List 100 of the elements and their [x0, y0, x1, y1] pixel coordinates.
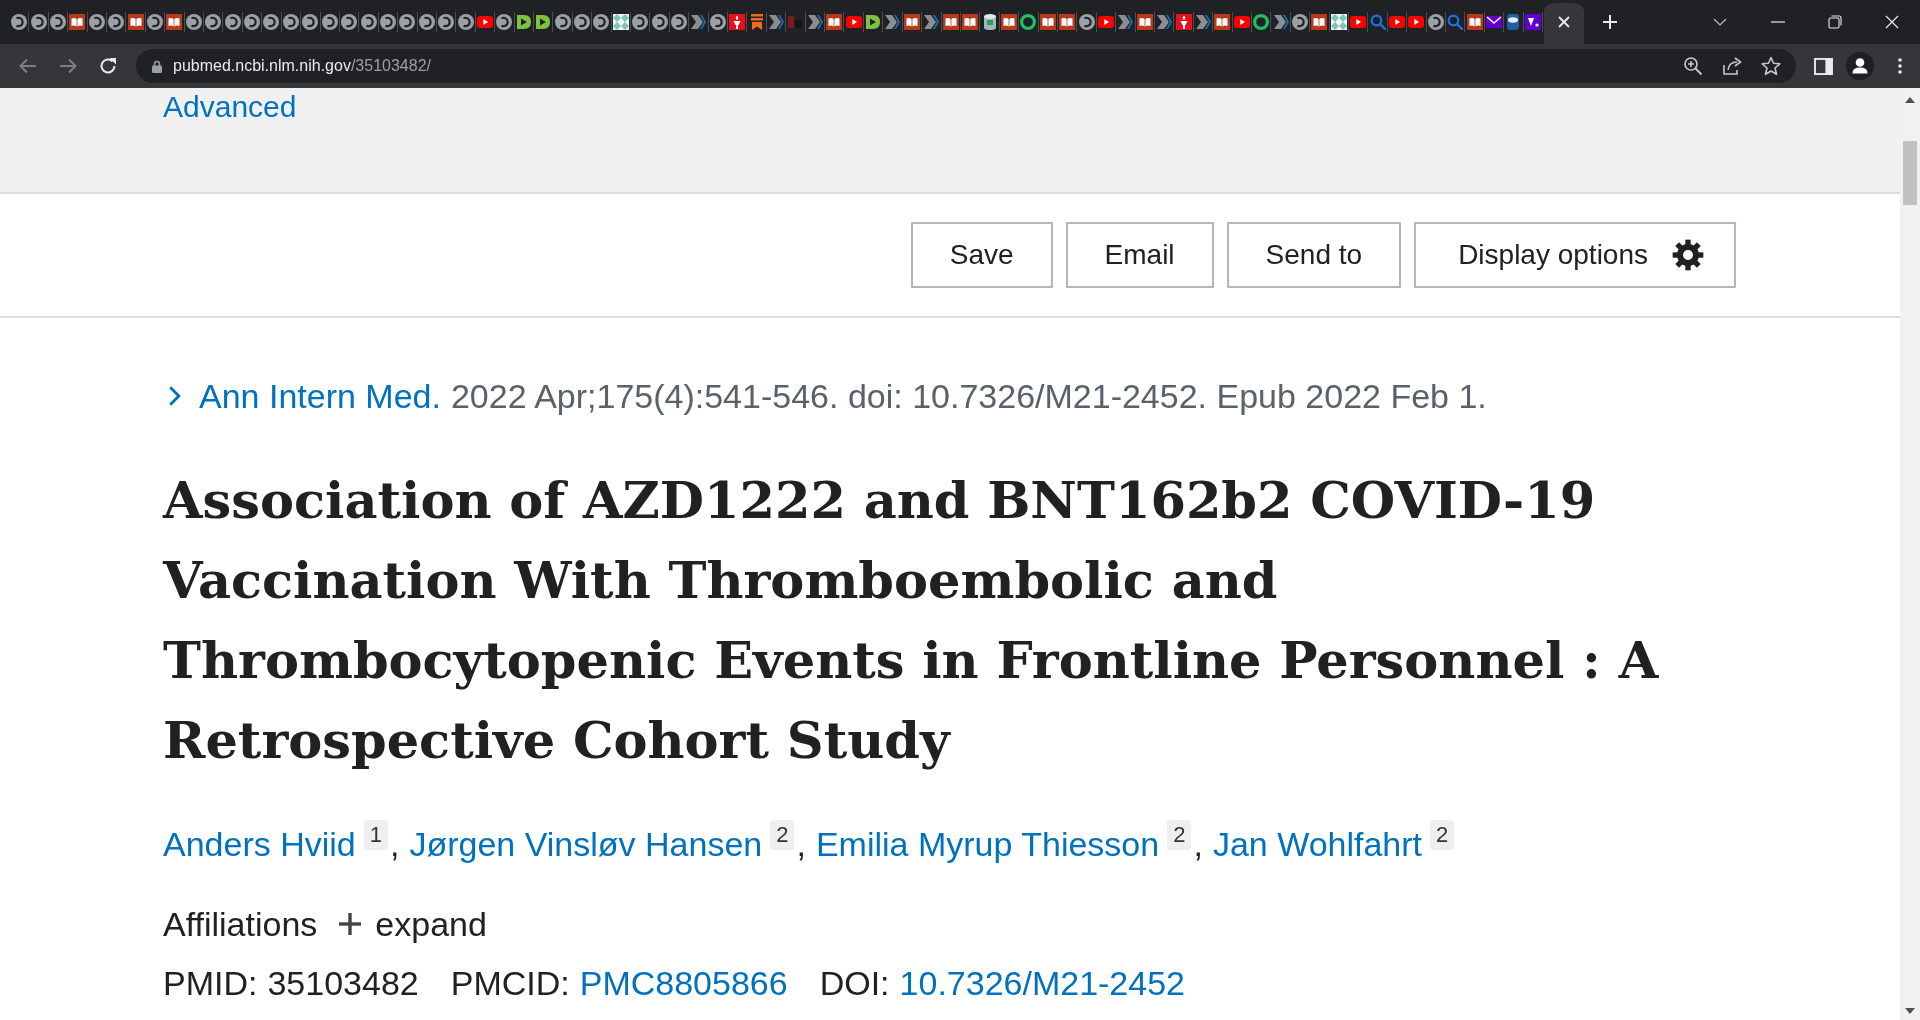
browser-tab[interactable]	[1019, 12, 1039, 32]
action-button[interactable]: Send to	[1226, 222, 1402, 288]
browser-tab[interactable]	[941, 12, 961, 32]
author-link[interactable]: Jørgen Vinsløv Hansen	[409, 824, 763, 864]
browser-tab[interactable]	[126, 12, 146, 32]
browser-tab[interactable]	[301, 12, 321, 32]
browser-tab[interactable]	[1077, 12, 1097, 32]
browser-tab[interactable]	[650, 12, 670, 32]
browser-tab[interactable]	[1232, 12, 1252, 32]
browser-tab[interactable]	[863, 12, 884, 32]
reload-icon[interactable]	[98, 56, 118, 76]
author-link[interactable]: Anders Hviid	[163, 824, 356, 864]
identifier-link[interactable]: PMC8805866	[579, 963, 788, 1003]
browser-tab[interactable]	[669, 12, 690, 32]
browser-tab[interactable]	[107, 12, 127, 32]
browser-tab[interactable]	[1387, 12, 1408, 32]
browser-tab[interactable]	[204, 12, 224, 32]
browser-tab[interactable]	[262, 12, 282, 32]
browser-tab[interactable]	[514, 12, 534, 32]
browser-tab[interactable]	[1174, 12, 1194, 32]
browser-tab[interactable]	[1523, 12, 1544, 32]
browser-tab[interactable]	[417, 12, 437, 32]
display-options-button[interactable]: Display options	[1414, 222, 1736, 288]
browser-tab[interactable]	[572, 12, 593, 32]
browser-tab[interactable]	[184, 12, 205, 32]
affiliation-number[interactable]: 1	[363, 820, 388, 850]
browser-tab[interactable]	[320, 12, 340, 32]
browser-tab[interactable]	[1310, 12, 1330, 32]
browser-tab[interactable]	[611, 12, 631, 32]
browser-tab[interactable]	[1426, 12, 1447, 32]
action-button[interactable]: Email	[1065, 222, 1214, 288]
affiliation-number[interactable]: 2	[1167, 820, 1192, 850]
identifier-link[interactable]: 10.7326/M21-2452	[899, 963, 1185, 1003]
browser-tab[interactable]	[1407, 12, 1427, 32]
browser-tab[interactable]	[902, 12, 923, 32]
browser-tab[interactable]	[87, 12, 108, 32]
expand-button[interactable]: expand	[339, 904, 487, 944]
browser-tab[interactable]	[1252, 12, 1272, 32]
browser-tab[interactable]	[825, 12, 845, 32]
scrollbar-thumb[interactable]	[1903, 141, 1917, 205]
browser-tab[interactable]	[1329, 12, 1350, 32]
browser-tab[interactable]	[553, 12, 573, 32]
browser-tab[interactable]	[592, 12, 612, 32]
browser-tab[interactable]	[1213, 12, 1233, 32]
browser-tab[interactable]	[1484, 12, 1505, 32]
browser-tab[interactable]	[1096, 12, 1117, 32]
browser-tab[interactable]	[10, 12, 30, 32]
journal-button[interactable]: Ann Intern Med.	[168, 376, 441, 416]
share-icon[interactable]	[1721, 56, 1742, 76]
close-icon[interactable]	[1884, 15, 1899, 29]
browser-tab[interactable]	[359, 12, 379, 32]
down-arrow-icon[interactable]	[1905, 1008, 1915, 1014]
star-icon[interactable]	[1760, 56, 1781, 76]
minimize-icon[interactable]	[1770, 21, 1785, 23]
browser-tab[interactable]	[223, 12, 243, 32]
browser-tab[interactable]	[1135, 12, 1155, 32]
browser-tab[interactable]	[1544, 3, 1585, 44]
browser-tab[interactable]	[378, 12, 399, 32]
browser-tab[interactable]	[728, 12, 748, 32]
author-link[interactable]: Emilia Myrup Thiesson	[815, 824, 1160, 864]
browser-tab[interactable]	[1057, 12, 1078, 32]
magnifier-plus-icon[interactable]	[1682, 56, 1703, 76]
browser-tab[interactable]	[145, 12, 166, 32]
browser-tab[interactable]	[398, 12, 418, 32]
author-link[interactable]: Jan Wohlfahrt	[1212, 824, 1423, 864]
browser-tab[interactable]	[1504, 12, 1524, 32]
chevron-down-icon[interactable]	[1713, 18, 1727, 26]
address-bar[interactable]: pubmed.ncbi.nlm.nih.gov/35103482/	[136, 49, 1796, 83]
browser-tab[interactable]	[281, 12, 302, 32]
browser-tab[interactable]	[1349, 12, 1369, 32]
plus-icon[interactable]	[1602, 14, 1619, 30]
browser-tab[interactable]	[1465, 12, 1485, 32]
up-arrow-icon[interactable]	[1905, 97, 1915, 103]
browser-tab[interactable]	[844, 12, 864, 32]
browser-tab[interactable]	[29, 12, 49, 32]
close-icon[interactable]	[1558, 15, 1571, 28]
browser-tab[interactable]	[708, 12, 729, 32]
browser-tab[interactable]	[1290, 12, 1311, 32]
browser-tab[interactable]	[339, 12, 360, 32]
action-button[interactable]: Save	[910, 222, 1053, 288]
browser-tab[interactable]	[533, 12, 554, 32]
browser-tab[interactable]	[475, 12, 496, 32]
browser-tab[interactable]	[242, 12, 263, 32]
browser-tab[interactable]	[456, 12, 476, 32]
browser-tab[interactable]	[68, 12, 88, 32]
affiliation-number[interactable]: 2	[1430, 820, 1455, 850]
browser-tab[interactable]	[960, 12, 981, 32]
browser-tab[interactable]	[1038, 12, 1058, 32]
menu-icon[interactable]	[1898, 58, 1902, 74]
affiliation-number[interactable]: 2	[770, 820, 795, 850]
browser-tab[interactable]	[436, 12, 457, 32]
browser-tab[interactable]	[495, 12, 515, 32]
restore-icon[interactable]	[1827, 15, 1842, 29]
advanced-search-link[interactable]: Advanced	[163, 90, 297, 123]
person-icon[interactable]	[1846, 52, 1874, 80]
browser-tab[interactable]	[631, 12, 651, 32]
browser-tab[interactable]	[165, 12, 185, 32]
scrollbar[interactable]	[1900, 88, 1920, 1020]
side-panel-icon[interactable]	[1813, 57, 1833, 75]
browser-tab[interactable]	[999, 12, 1020, 32]
